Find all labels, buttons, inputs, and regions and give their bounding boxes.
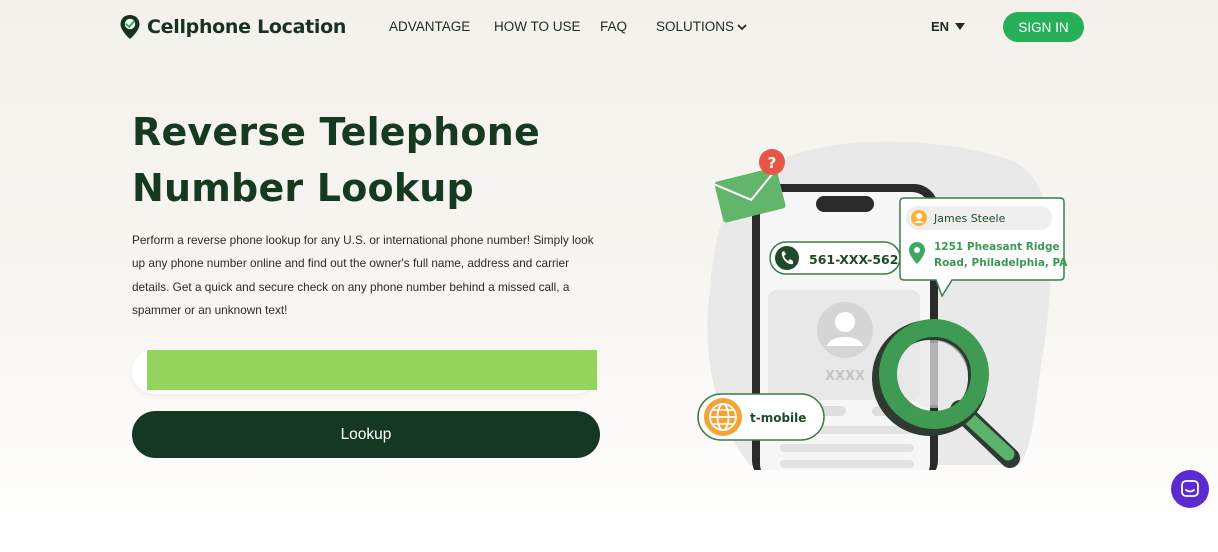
site-header: Cellphone Location ADVANTAGE HOW TO USE … — [0, 0, 1218, 56]
address-line-1: 1251 Pheasant Ridge — [934, 241, 1060, 253]
page-title: Reverse Telephone Number Lookup — [132, 104, 652, 216]
brand-name: Cellphone Location — [147, 16, 347, 38]
phone-number-text: 561-XXX-5622 — [809, 252, 907, 267]
masked-name: XXXX — [825, 369, 865, 384]
language-label: EN — [931, 19, 950, 34]
signin-button[interactable]: SIGN IN — [1003, 12, 1084, 42]
carrier-name: t-mobile — [750, 411, 806, 425]
chat-icon — [1181, 480, 1199, 497]
nav-faq[interactable]: FAQ — [600, 19, 627, 34]
globe-icon — [704, 398, 742, 436]
chevron-down-icon — [737, 23, 747, 30]
question-mark: ? — [768, 154, 777, 172]
nav-solutions[interactable]: SOLUTIONS — [656, 19, 747, 34]
chat-widget-button[interactable] — [1171, 470, 1209, 508]
title-line-1: Reverse Telephone — [132, 110, 540, 154]
phone-number-input[interactable] — [147, 350, 597, 390]
address-line-2: Road, Philadelphia, PA — [934, 257, 1068, 269]
location-pin-icon — [120, 15, 140, 39]
nav-how-to-use[interactable]: HOW TO USE — [494, 19, 581, 34]
phone-notch — [816, 196, 874, 212]
title-line-2: Number Lookup — [132, 166, 474, 210]
brand-logo[interactable]: Cellphone Location — [119, 14, 346, 40]
phone-icon-circle — [775, 246, 799, 270]
nav-solutions-label: SOLUTIONS — [656, 19, 735, 34]
nav-advantage[interactable]: ADVANTAGE — [389, 19, 470, 34]
lookup-button[interactable]: Lookup — [132, 411, 600, 458]
phone-input-wrapper — [132, 349, 598, 394]
hero-description: Perform a reverse phone lookup for any U… — [132, 233, 594, 317]
phone-lookup-illustration: XXXX ? 561-XXX-5622 James Steele 1251 Ph… — [697, 141, 1068, 470]
contact-name: James Steele — [933, 212, 1006, 225]
language-selector[interactable]: EN — [931, 19, 966, 34]
caret-down-icon — [955, 22, 966, 30]
